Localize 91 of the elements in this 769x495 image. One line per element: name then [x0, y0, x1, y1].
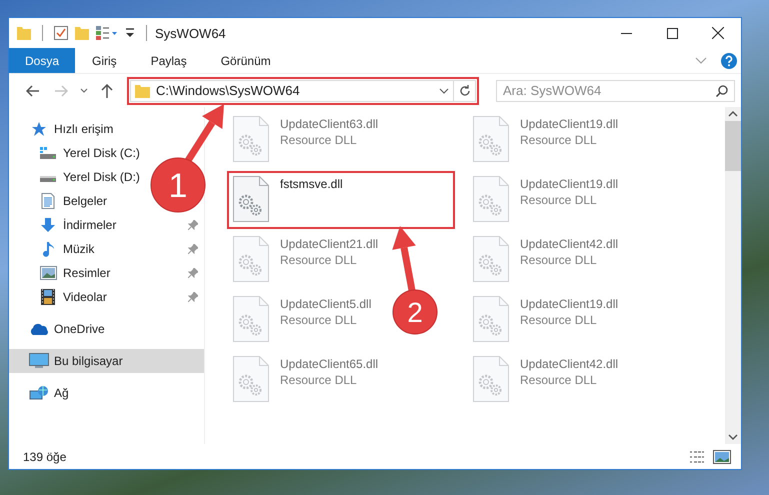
file-gear-icon [473, 296, 509, 342]
ribbon-tab[interactable]: Görünüm [204, 48, 288, 73]
file-item[interactable]: UpdateClient5.dll Resource DLL [227, 291, 378, 349]
file-gear-icon [473, 116, 509, 162]
film-icon [41, 289, 55, 305]
view-options-icon[interactable] [96, 26, 118, 40]
sidebar-item[interactable]: Yerel Disk (D:) [9, 165, 144, 189]
file-type: Resource DLL [280, 313, 358, 327]
file-name: UpdateClient19.dll [520, 177, 618, 191]
monitor-icon [29, 353, 49, 369]
file-item[interactable]: UpdateClient65.dll Resource DLL [227, 351, 384, 409]
properties-icon[interactable] [54, 26, 68, 40]
file-name: UpdateClient5.dll [280, 297, 372, 311]
file-name: UpdateClient63.dll [280, 117, 378, 131]
forward-arrow-icon [54, 84, 68, 96]
file-type: Resource DLL [520, 133, 598, 147]
file-gear-icon [233, 296, 269, 342]
details-view-icon[interactable] [689, 450, 705, 464]
file-name: UpdateClient42.dll [520, 237, 618, 251]
caret-icon[interactable] [439, 88, 449, 94]
sidebar-item[interactable]: Ağ [9, 381, 73, 405]
refresh-icon [458, 84, 470, 96]
file-item[interactable]: UpdateClient42.dll Resource DLL [467, 351, 624, 409]
sidebar-item[interactable]: Bu bilgisayar [9, 349, 204, 373]
search-field[interactable]: Ara: SysWOW64 [496, 80, 735, 102]
document-icon [41, 193, 55, 209]
file-gear-icon [233, 236, 269, 282]
drive-icon [39, 146, 57, 160]
file-gear-icon [473, 356, 509, 402]
network-icon [29, 385, 49, 401]
file-item[interactable]: UpdateClient42.dll Resource DLL [467, 231, 624, 289]
picture-icon [40, 266, 56, 280]
folder-icon [135, 84, 150, 98]
file-type: Resource DLL [520, 373, 598, 387]
file-type: Resource DLL [520, 313, 598, 327]
file-name: UpdateClient19.dll [520, 117, 618, 131]
ribbon-tab[interactable]: Paylaş [134, 48, 204, 73]
sidebar-item[interactable]: OneDrive [9, 317, 109, 341]
scrollbar-thumb[interactable] [725, 121, 741, 171]
dropdown-icon[interactable] [125, 27, 135, 39]
file-type: Resource DLL [280, 373, 358, 387]
folder-icon [17, 26, 31, 40]
sidebar-item[interactable]: Hızlı erişim [9, 117, 118, 141]
file-type: Resource DLL [520, 253, 598, 267]
close-icon [712, 27, 724, 39]
file-item[interactable]: UpdateClient19.dll Resource DLL [467, 291, 624, 349]
sidebar-item[interactable]: Videolar [9, 285, 204, 309]
maximize-icon [666, 28, 678, 38]
file-name: UpdateClient19.dll [520, 297, 618, 311]
music-note-icon [41, 241, 55, 257]
scrollbar[interactable] [725, 107, 741, 444]
item-count: 139 öğe [23, 450, 66, 464]
file-gear-icon [473, 236, 509, 282]
ribbon-tab[interactable]: Dosya [9, 48, 76, 73]
down-arrow-icon [40, 217, 56, 233]
help-icon[interactable] [721, 52, 737, 68]
star-icon [31, 121, 47, 137]
file-name: fstsmsve.dll [280, 177, 343, 191]
cloud-icon [29, 323, 49, 335]
address-bar[interactable]: C:\Windows\SysWOW64 [130, 80, 454, 102]
file-item[interactable]: UpdateClient19.dll Resource DLL [467, 111, 624, 169]
sidebar-item[interactable]: Belgeler [9, 189, 112, 213]
file-gear-icon [473, 176, 509, 222]
sidebar-item[interactable]: İndirmeler [9, 213, 204, 237]
step-number-badge: 1 [150, 158, 206, 212]
file-gear-icon [233, 116, 269, 162]
file-name: UpdateClient42.dll [520, 357, 618, 371]
step-number-badge: 2 [392, 290, 438, 334]
ribbon-tab[interactable]: Giriş [75, 48, 134, 73]
file-gear-icon [233, 176, 269, 222]
address-path: C:\Windows\SysWOW64 [156, 83, 301, 98]
file-name: UpdateClient65.dll [280, 357, 378, 371]
sidebar-item[interactable]: Müzik [9, 237, 204, 261]
file-item[interactable]: UpdateClient19.dll Resource DLL [467, 171, 624, 229]
sidebar-item[interactable]: Yerel Disk (C:) [9, 141, 144, 165]
refresh-button[interactable] [454, 80, 476, 102]
sidebar-item[interactable]: Resimler [9, 261, 204, 285]
back-arrow-icon [26, 84, 40, 96]
file-item[interactable]: UpdateClient21.dll Resource DLL [227, 231, 384, 289]
file-type: Resource DLL [520, 193, 598, 207]
file-gear-icon [233, 356, 269, 402]
file-type: Resource DLL [280, 253, 358, 267]
file-item[interactable]: fstsmsve.dll [227, 171, 455, 229]
file-type: Resource DLL [280, 133, 358, 147]
large-icons-view-icon[interactable] [713, 450, 731, 464]
file-item[interactable]: UpdateClient63.dll Resource DLL [227, 111, 384, 169]
expand-ribbon-icon[interactable] [695, 56, 707, 64]
up-arrow-icon [101, 84, 113, 98]
file-name: UpdateClient21.dll [280, 237, 378, 251]
caret-icon [80, 88, 88, 93]
window-title: SysWOW64 [155, 26, 226, 40]
